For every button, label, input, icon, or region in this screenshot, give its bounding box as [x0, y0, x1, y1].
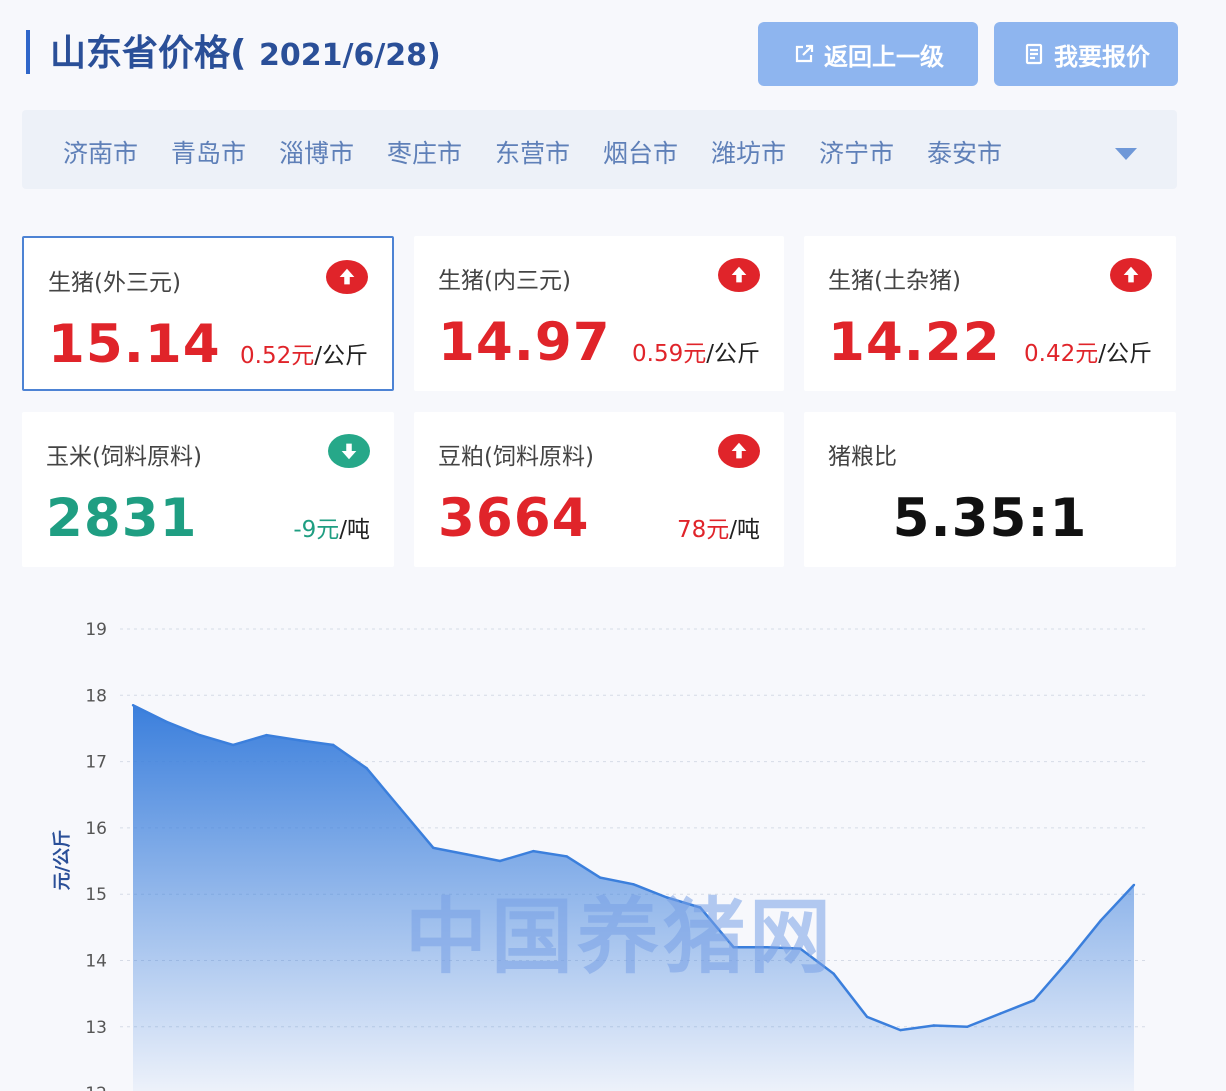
card-unit: /吨 — [339, 517, 370, 543]
chart-data-point — [1066, 960, 1069, 963]
quote-button[interactable]: 我要报价 — [994, 22, 1178, 86]
price-trend-chart: 12 13 14 15 16 17 18 19 元/公斤 — [52, 620, 1145, 1091]
page-title: 山东省价格( 2021/6/28) — [50, 24, 441, 76]
chart-data-point — [1099, 919, 1102, 922]
chart-data-point — [265, 733, 268, 737]
city-tab-yantai[interactable]: 烟台市 — [603, 134, 678, 170]
chart-ytick-label: 16 — [85, 819, 107, 839]
chart-data-point — [365, 767, 368, 770]
city-tab-taian[interactable]: 泰安市 — [927, 134, 1002, 170]
city-tabs: 济南市 青岛市 淄博市 枣庄市 东营市 烟台市 潍坊市 济宁市 泰安市 — [22, 110, 1177, 189]
title-date: 2021/6/28) — [259, 38, 441, 73]
chart-data-point — [999, 1012, 1002, 1015]
card-label: 生猪(内三元) — [438, 268, 571, 294]
chart-ytick-label: 13 — [85, 1018, 107, 1038]
quote-button-label: 我要报价 — [1054, 42, 1150, 71]
title-text: 山东省价格( — [50, 33, 247, 74]
ratio-card-pig-grain[interactable]: 猪粮比 5.35:1 — [804, 412, 1176, 567]
trend-up-icon — [718, 434, 760, 468]
title-accent-bar — [26, 30, 30, 74]
trend-down-icon — [328, 434, 370, 468]
card-value: 15.14 — [48, 314, 221, 375]
chart-data-point — [932, 1024, 935, 1027]
chart-data-point — [565, 855, 568, 858]
price-card-pig-inner[interactable]: 生猪(内三元) 14.97 0.59元/公斤 — [414, 236, 784, 391]
city-tab-weifang[interactable]: 潍坊市 — [711, 134, 786, 170]
card-delta: -9元/吨 — [293, 510, 370, 544]
price-card-corn[interactable]: 玉米(饲料原料) 2831 -9元/吨 — [22, 412, 394, 567]
price-card-pig-local[interactable]: 生猪(土杂猪) 14.22 0.42元/公斤 — [804, 236, 1176, 391]
card-delta-value: 0.42元 — [1024, 341, 1099, 367]
chart-ytick-label: 17 — [85, 753, 107, 773]
city-tab-zibo[interactable]: 淄博市 — [279, 134, 354, 170]
card-label: 生猪(外三元) — [48, 270, 181, 296]
trend-up-icon — [326, 260, 368, 294]
chart-ytick-label: 19 — [85, 620, 107, 640]
trend-up-icon — [718, 258, 760, 292]
city-tab-qingdao[interactable]: 青岛市 — [171, 134, 246, 170]
chart-ytick-label: 12 — [85, 1084, 107, 1091]
card-delta-value: 0.52元 — [240, 343, 315, 369]
chart-data-point — [298, 739, 301, 742]
document-icon — [1025, 43, 1043, 65]
chart-data-point — [865, 1015, 869, 1019]
card-value: 14.22 — [828, 312, 1001, 373]
card-unit: /公斤 — [1098, 341, 1152, 367]
city-tab-zaozhuang[interactable]: 枣庄市 — [387, 134, 462, 170]
watermark: 中国养猪网 — [405, 890, 836, 985]
card-delta-value: 78元 — [676, 517, 730, 543]
back-button-label: 返回上一级 — [824, 42, 944, 71]
chart-data-point — [1132, 883, 1136, 887]
price-card-pig-outer[interactable]: 生猪(外三元) 15.14 0.52元/公斤 — [22, 236, 394, 391]
chart-data-point — [398, 806, 402, 810]
trend-up-icon — [1110, 258, 1152, 292]
chart-ytick-label: 14 — [85, 952, 107, 972]
chart-data-point — [332, 743, 335, 747]
card-value: 3664 — [438, 488, 590, 549]
back-button[interactable]: 返回上一级 — [758, 22, 978, 86]
card-delta-value: -9元 — [293, 517, 340, 543]
card-delta: 0.42元/公斤 — [1024, 334, 1152, 368]
card-value: 5.35:1 — [892, 488, 1088, 549]
chart-data-point — [198, 733, 201, 737]
chart-data-point — [1032, 999, 1036, 1002]
card-unit: /吨 — [729, 517, 760, 543]
city-tab-dongying[interactable]: 东营市 — [495, 134, 570, 170]
city-tab-jining[interactable]: 济宁市 — [819, 134, 894, 170]
card-label: 豆粕(饲料原料) — [438, 444, 594, 470]
chart-data-point — [465, 853, 468, 856]
card-delta: 0.59元/公斤 — [632, 334, 760, 368]
card-delta-value: 0.59元 — [632, 341, 707, 367]
share-icon — [795, 44, 814, 63]
expand-cities-icon[interactable] — [1115, 148, 1137, 160]
chart-data-point — [131, 704, 135, 707]
price-card-soymeal[interactable]: 豆粕(饲料原料) 3664 78元/吨 — [414, 412, 784, 567]
city-tab-jinan[interactable]: 济南市 — [63, 134, 138, 170]
chart-data-point — [532, 849, 535, 853]
chart-data-point — [432, 846, 435, 849]
card-unit: /公斤 — [706, 341, 760, 367]
card-label: 生猪(土杂猪) — [828, 268, 961, 294]
card-label: 玉米(饲料原料) — [46, 444, 202, 470]
chart-ytick-label: 18 — [85, 686, 107, 706]
card-delta: 0.52元/公斤 — [240, 336, 368, 370]
chart-data-point — [498, 859, 502, 863]
card-label: 猪粮比 — [828, 444, 897, 470]
card-unit: /公斤 — [314, 343, 368, 369]
chart-data-point — [899, 1028, 902, 1032]
card-value: 2831 — [46, 488, 198, 549]
chart-ylabel: 元/公斤 — [52, 830, 73, 891]
card-value: 14.97 — [438, 312, 611, 373]
chart-data-point — [165, 720, 168, 723]
chart-ytick-label: 15 — [85, 885, 107, 905]
chart-data-point — [966, 1025, 969, 1029]
chart-data-point — [231, 743, 235, 747]
card-delta: 78元/吨 — [677, 510, 760, 544]
